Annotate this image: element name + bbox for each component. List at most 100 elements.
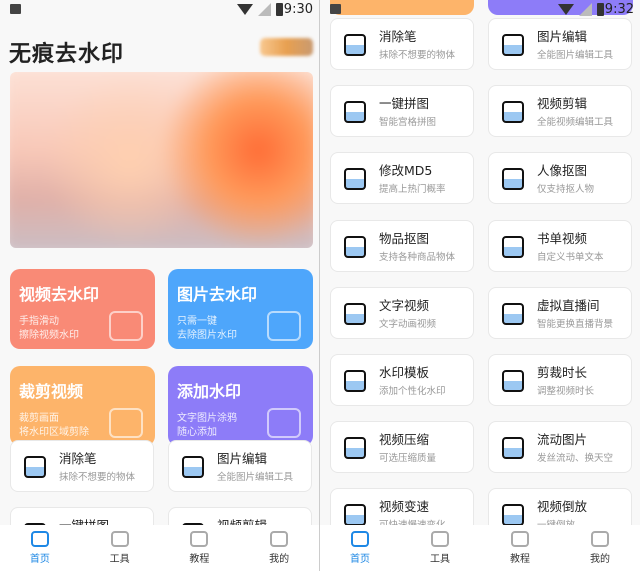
nav-label: 我的 xyxy=(269,554,290,565)
book-icon xyxy=(502,235,524,258)
tool-card[interactable]: 水印模板 添加个性化水印 xyxy=(330,354,474,406)
home-screen-scrolled: 9:32 消除笔 抹除不想要的物体 图片编辑 全能图片编辑工具 一键拼图 智能宫… xyxy=(320,0,640,571)
tool-desc: 抹除不想要的物体 xyxy=(379,50,456,61)
feature-card[interactable]: 视频去水印 手指滑动 擦除视频水印 xyxy=(10,269,155,349)
tool-desc: 文字动画视频 xyxy=(379,318,437,330)
tool-card[interactable]: 剪裁时长 调整视频时长 xyxy=(488,354,632,406)
gallery-notification-icon xyxy=(330,4,341,14)
tool-card[interactable]: 视频压缩 可选压缩质量 xyxy=(330,421,474,474)
eraser-icon xyxy=(24,456,46,478)
tool-desc: 全能图片编辑工具 xyxy=(217,472,294,483)
video-cut-icon xyxy=(502,101,524,124)
tool-card[interactable]: 文字视频 文字动画视频 xyxy=(330,286,474,339)
vip-badge[interactable] xyxy=(260,38,313,56)
no-sim-icon xyxy=(258,3,271,16)
tool-desc: 智能宫格拼图 xyxy=(379,117,437,129)
md5-icon xyxy=(344,168,366,191)
feature-card[interactable]: 图片去水印 只需一键 去除图片水印 xyxy=(168,269,313,349)
tool-name: 图片编辑 xyxy=(537,29,588,44)
tool-card[interactable]: 一键拼图 智能宫格拼图 xyxy=(330,85,474,138)
scissors-icon xyxy=(109,408,143,438)
compress-icon xyxy=(344,437,366,460)
wifi-icon xyxy=(237,4,253,15)
nav-item[interactable]: 教程 xyxy=(480,525,560,571)
tool-desc: 智能更换直播背景 xyxy=(537,318,614,330)
tool-desc: 抹除不想要的物体 xyxy=(59,472,136,483)
text-video-icon xyxy=(344,302,366,325)
tool-card[interactable]: 消除笔 抹除不想要的物体 xyxy=(10,440,154,492)
collage-icon xyxy=(344,101,366,124)
tool-card[interactable]: 人像抠图 仅支持抠人物 xyxy=(488,152,632,205)
tool-name: 图片编辑 xyxy=(217,451,268,466)
nav-item[interactable]: 教程 xyxy=(160,525,240,571)
feature-card[interactable]: 裁剪视频 裁剪画面 将水印区域剪除 xyxy=(10,366,155,446)
bag-icon xyxy=(344,235,366,258)
nav-item[interactable]: 首页 xyxy=(320,525,400,571)
tools-icon xyxy=(110,531,129,547)
tool-card[interactable]: 流动图片 发丝流动、换天空 xyxy=(488,421,632,474)
tool-desc: 添加个性化水印 xyxy=(379,386,446,397)
tool-name: 视频倒放 xyxy=(537,499,588,515)
feature-title: 图片去水印 xyxy=(177,285,258,304)
gear-icon xyxy=(344,370,366,392)
tool-name: 水印模板 xyxy=(379,365,430,380)
tool-name: 一键拼图 xyxy=(379,96,430,112)
pen-icon xyxy=(267,408,301,438)
status-time: 9:32 xyxy=(604,2,634,17)
bottom-nav: 首页 工具 教程 我的 xyxy=(0,525,319,571)
tool-name: 文字视频 xyxy=(379,297,430,313)
nav-item[interactable]: 工具 xyxy=(80,525,160,571)
eraser-icon xyxy=(344,34,366,56)
feature-subtitle: 手指滑动 擦除视频水印 xyxy=(19,316,79,341)
tool-card[interactable]: 虚拟直播间 智能更换直播背景 xyxy=(488,286,632,339)
tool-name: 消除笔 xyxy=(59,451,97,466)
feature-title: 裁剪视频 xyxy=(19,382,84,401)
feature-card[interactable]: 添加水印 文字图片涂鸦 随心添加 xyxy=(168,366,313,446)
tool-card[interactable]: 书单视频 自定义书单文本 xyxy=(488,219,632,272)
nav-item[interactable]: 我的 xyxy=(560,525,640,571)
tool-desc: 调整视频时长 xyxy=(537,386,595,397)
speed-icon xyxy=(344,504,366,527)
tool-card[interactable]: 图片编辑 全能图片编辑工具 xyxy=(168,440,312,492)
tool-desc: 仅支持抠人物 xyxy=(537,184,595,196)
tool-name: 消除笔 xyxy=(379,29,417,44)
tool-desc: 全能视频编辑工具 xyxy=(537,117,614,129)
film-reel-icon xyxy=(109,311,143,341)
tutorial-play-icon xyxy=(511,531,529,547)
tutorial-play-icon xyxy=(190,531,209,547)
banner[interactable] xyxy=(10,72,313,248)
tool-name: 修改MD5 xyxy=(379,163,433,179)
tool-card[interactable]: 消除笔 抹除不想要的物体 xyxy=(330,18,474,70)
nav-item[interactable]: 我的 xyxy=(239,525,319,571)
tool-name: 书单视频 xyxy=(537,230,588,246)
tool-card[interactable]: 图片编辑 全能图片编辑工具 xyxy=(488,18,632,70)
profile-icon xyxy=(270,531,289,547)
rewind-icon xyxy=(502,504,524,527)
battery-icon xyxy=(276,3,283,16)
nav-label: 教程 xyxy=(510,554,530,565)
profile-icon xyxy=(591,531,609,547)
gallery-notification-icon xyxy=(10,4,21,14)
bottom-nav: 首页 工具 教程 我的 xyxy=(320,525,640,571)
tool-name: 虚拟直播间 xyxy=(537,297,600,313)
tools-icon xyxy=(431,531,449,547)
tool-name: 物品抠图 xyxy=(379,230,430,246)
nav-label: 首页 xyxy=(350,554,370,565)
tool-name: 视频剪辑 xyxy=(537,96,588,112)
tool-name: 流动图片 xyxy=(537,432,588,448)
nav-label: 我的 xyxy=(590,554,610,565)
battery-icon xyxy=(597,3,604,16)
tool-name: 视频变速 xyxy=(379,499,430,515)
tool-card[interactable]: 修改MD5 提高上热门概率 xyxy=(330,152,474,205)
home-icon xyxy=(351,531,369,547)
app-title: 无痕去水印 xyxy=(9,42,125,67)
feature-subtitle: 只需一键 去除图片水印 xyxy=(177,316,237,341)
wifi-icon xyxy=(558,4,574,15)
nav-item[interactable]: 首页 xyxy=(0,525,80,571)
flow-image-icon xyxy=(502,437,524,460)
tool-card[interactable]: 视频剪辑 全能视频编辑工具 xyxy=(488,85,632,138)
nav-item[interactable]: 工具 xyxy=(400,525,480,571)
tool-card[interactable]: 物品抠图 支持各种商品物体 xyxy=(330,219,474,272)
image-icon xyxy=(267,311,301,341)
clock-icon xyxy=(502,370,524,392)
